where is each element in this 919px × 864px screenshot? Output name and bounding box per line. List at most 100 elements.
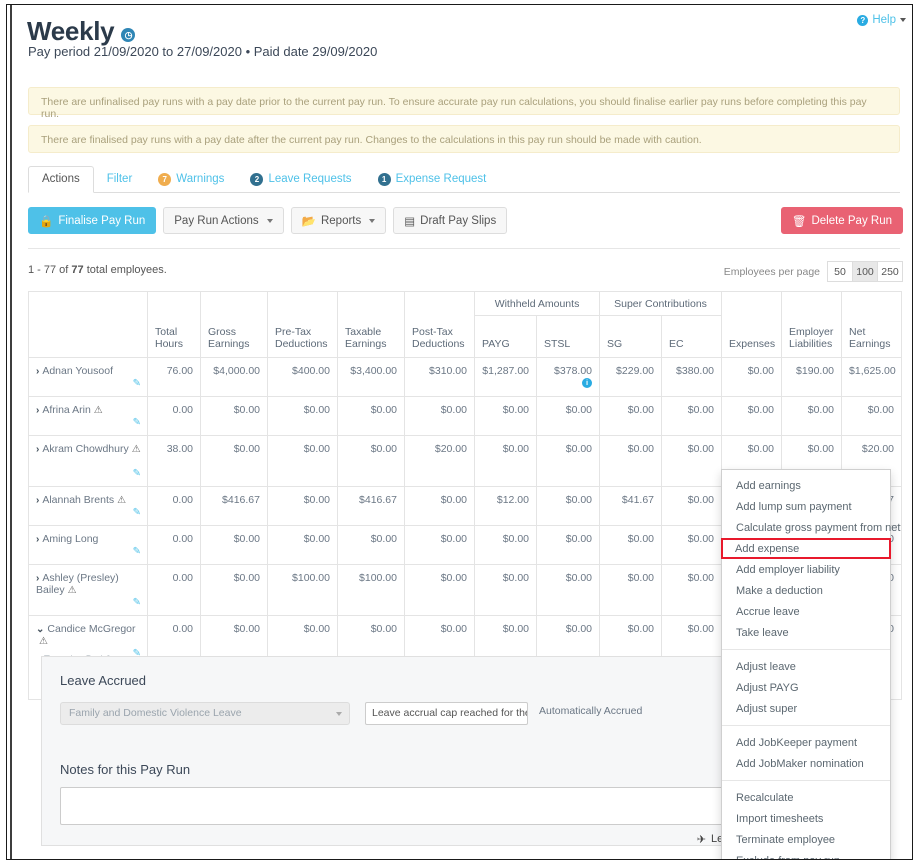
menu-item[interactable]: Add expense — [721, 538, 891, 559]
chevron-down-icon[interactable]: ⌄ — [36, 624, 44, 635]
th-post-tax-deductions: Post-Tax Deductions — [404, 291, 475, 358]
tab-warnings[interactable]: 7 Warnings — [145, 167, 237, 192]
table-cell: $0.00 — [337, 525, 405, 565]
menu-item[interactable]: Add employer liability — [722, 559, 890, 580]
menu-item[interactable]: Terminate employee — [722, 829, 890, 850]
edit-pencil-icon[interactable]: ✎ — [133, 597, 141, 608]
tab-actions-label: Actions — [42, 173, 80, 185]
cell-value: $0.00 — [440, 572, 467, 584]
chevron-right-icon[interactable]: › — [36, 573, 39, 584]
warning-icon[interactable]: ⚠ — [68, 585, 77, 596]
tab-leave-requests[interactable]: 2 Leave Requests — [237, 167, 364, 192]
menu-item[interactable]: Adjust leave — [722, 656, 890, 677]
draft-pay-slips-button[interactable]: ▤ Draft Pay Slips — [393, 207, 508, 234]
pay-run-actions-button[interactable]: Pay Run Actions — [163, 207, 284, 234]
chevron-down-icon — [369, 218, 376, 223]
warning-icon[interactable]: ⚠ — [117, 495, 126, 506]
chevron-right-icon[interactable]: › — [36, 405, 39, 416]
employee-name-cell[interactable]: › Alannah Brents ⚠ ✎ — [28, 486, 148, 526]
tab-expense-request[interactable]: 1 Expense Request — [365, 167, 500, 192]
cell-value: 0.00 — [172, 404, 193, 416]
edit-pencil-icon[interactable]: ✎ — [133, 507, 141, 518]
per-page-50[interactable]: 50 — [827, 261, 853, 282]
cell-value: $12.00 — [496, 494, 529, 506]
menu-item[interactable]: Exclude from pay run — [722, 850, 890, 860]
cell-value: $0.00 — [687, 623, 715, 635]
help-link[interactable]: ? Help — [857, 14, 906, 26]
menu-item[interactable]: Add lump sum payment — [722, 496, 890, 517]
table-cell: 0.00 — [147, 396, 201, 436]
chevron-right-icon[interactable]: › — [36, 366, 39, 377]
per-page-100[interactable]: 100 — [852, 261, 878, 282]
document-icon: ▤ — [404, 215, 416, 228]
warning-icon[interactable]: ⚠ — [94, 405, 103, 416]
edit-pencil-icon[interactable]: ✎ — [133, 378, 141, 389]
warning-icon[interactable]: ⚠ — [132, 444, 141, 455]
edit-pencil-icon[interactable]: ✎ — [133, 417, 141, 428]
cell-value: $0.00 — [303, 623, 330, 635]
cell-value: $3,400.00 — [350, 365, 397, 377]
left-nav-rail — [7, 5, 12, 859]
finalise-pay-run-button[interactable]: 🔒 Finalise Pay Run — [28, 207, 157, 234]
th-gross-earnings: Gross Earnings — [200, 291, 268, 358]
cell-value: $0.00 — [233, 572, 260, 584]
menu-item[interactable]: Make a deduction — [722, 580, 890, 601]
reports-label: Reports — [320, 214, 362, 227]
employee-name-cell[interactable]: › Akram Chowdhury ⚠ ✎ — [28, 435, 148, 487]
delete-pay-run-label: Delete Pay Run — [811, 214, 892, 227]
menu-item[interactable]: Take leave — [722, 622, 890, 643]
cell-value: 0.00 — [172, 572, 193, 584]
employee-count: 1 - 77 of 77 total employees. — [28, 264, 167, 276]
menu-item[interactable]: Calculate gross payment from net — [722, 517, 900, 538]
menu-item[interactable]: Recalculate — [722, 787, 890, 808]
per-page-250[interactable]: 250 — [877, 261, 903, 282]
menu-item[interactable]: Import timesheets — [722, 808, 890, 829]
employee-name-cell[interactable]: › Ashley (Presley) Bailey ⚠ ✎ — [28, 564, 148, 616]
tab-actions[interactable]: Actions — [28, 166, 94, 193]
tab-leave-requests-label: Leave Requests — [268, 173, 352, 185]
table-cell: $0.00 — [535, 396, 601, 436]
notes-heading: Notes for this Pay Run — [60, 762, 191, 777]
warnings-count-badge: 7 — [158, 172, 172, 186]
employee-name-cell[interactable]: › Aming Long ✎ — [28, 525, 148, 565]
cell-value: $400.00 — [292, 365, 330, 377]
table-row[interactable]: › Afrina Arin ⚠ ✎ 0.00 $0.00 $0.00 $0.00 $0.00 $0… — [28, 396, 903, 436]
edit-pencil-icon[interactable]: ✎ — [133, 468, 141, 479]
th-pre-tax-deductions: Pre-Tax Deductions — [267, 291, 338, 358]
edit-pencil-icon[interactable]: ✎ — [133, 546, 141, 557]
leave-category-select[interactable]: Family and Domestic Violence Leave — [60, 702, 350, 725]
cell-value: $0.00 — [687, 572, 715, 584]
table-cell: $100.00 — [337, 564, 405, 616]
chevron-right-icon[interactable]: › — [36, 495, 39, 506]
actions-dropdown-menu: Add earnings Add lump sum payment Calculat… — [721, 469, 900, 860]
menu-item[interactable]: Add JobKeeper payment — [722, 732, 890, 753]
warning-icon[interactable]: ⚠ — [39, 636, 48, 647]
menu-item[interactable]: Add JobMaker nomination — [722, 753, 890, 774]
tab-filter[interactable]: Filter — [94, 167, 146, 192]
table-cell: $229.00 — [599, 357, 663, 397]
table-row[interactable]: › Adnan Yousoof ✎ 76.00 $4,000.00 $400.00 $3,4… — [28, 357, 903, 397]
reports-button[interactable]: 📂 Reports — [290, 207, 387, 234]
chevron-right-icon[interactable]: › — [36, 444, 39, 455]
leave-accrual-input[interactable]: Leave accrual cap reached for the le — [365, 702, 528, 725]
per-page-control: Employees per page 50 100 250 — [724, 261, 903, 282]
table-cell: $416.67 — [337, 486, 405, 526]
menu-item[interactable]: Accrue leave — [722, 601, 890, 622]
menu-item[interactable]: Adjust super — [722, 698, 890, 719]
count-prefix: 1 - 77 of — [28, 264, 72, 276]
table-cell: $0.00 — [661, 396, 723, 436]
table-cell: $1,287.00 — [474, 357, 537, 397]
menu-item[interactable]: Adjust PAYG — [722, 677, 890, 698]
info-icon[interactable]: i — [582, 378, 593, 388]
app-window: ? Help Weekly ◷ Pay period 21/09/2020 to… — [6, 4, 913, 860]
tab-warnings-label: Warnings — [176, 173, 225, 185]
table-cell: $0.00 — [474, 435, 537, 487]
delete-pay-run-button[interactable]: 🗑 Delete Pay Run — [780, 207, 903, 234]
employee-name-cell[interactable]: › Adnan Yousoof ✎ — [28, 357, 148, 397]
chevron-right-icon[interactable]: › — [36, 534, 39, 545]
employee-name-cell[interactable]: › Afrina Arin ⚠ ✎ — [28, 396, 148, 436]
table-cell: 0.00 — [147, 486, 201, 526]
menu-item[interactable]: Add earnings — [722, 475, 890, 496]
finalise-pay-run-label: Finalise Pay Run — [58, 214, 146, 227]
table-cell: $12.00 — [474, 486, 537, 526]
